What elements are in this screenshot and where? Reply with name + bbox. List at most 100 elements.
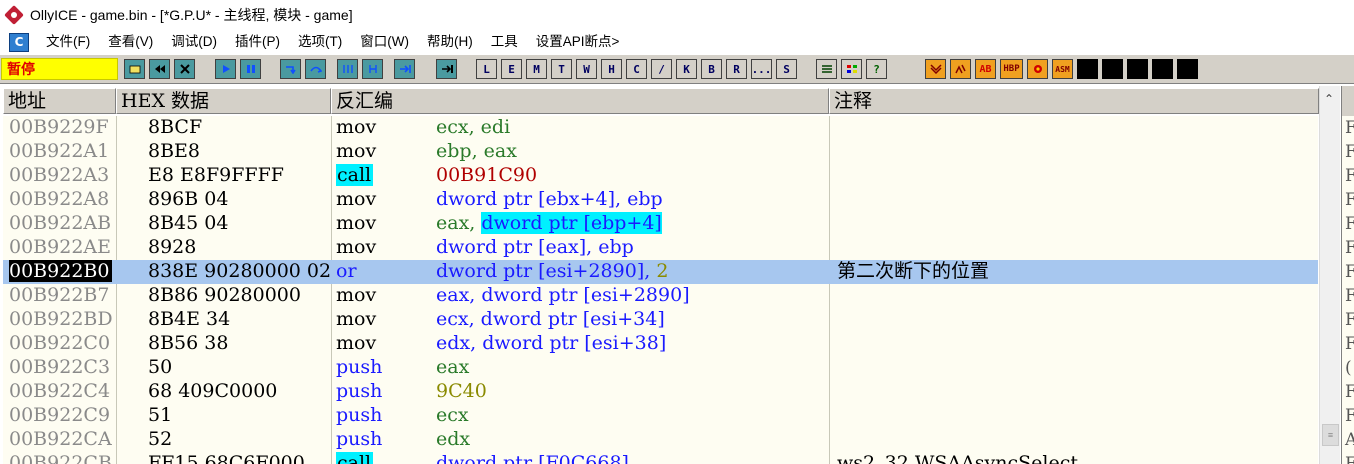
menu-window[interactable]: 窗口(W) bbox=[351, 30, 418, 54]
restart-icon[interactable] bbox=[149, 59, 170, 79]
table-row[interactable]: 00B922B7 8B86 90280000 mov eax, dword pt… bbox=[3, 284, 1318, 308]
table-row[interactable]: 00B922AB 8B45 04 mov eax, dword ptr [ebp… bbox=[3, 212, 1318, 236]
table-row[interactable]: 00B922A8 896B 04 mov dword ptr [ebx+4], … bbox=[3, 188, 1318, 212]
appearance-icon[interactable] bbox=[841, 59, 862, 79]
col-header-hex[interactable]: HEX 数据 bbox=[116, 88, 331, 114]
operands: edx, dword ptr [esi+38] bbox=[436, 332, 667, 354]
source-button[interactable]: S bbox=[776, 59, 797, 79]
patches-button[interactable]: / bbox=[651, 59, 672, 79]
col-header-address[interactable]: 地址 bbox=[3, 88, 116, 114]
operands: eax, dword ptr [esi+2890] bbox=[436, 284, 690, 306]
mnemonic: mov bbox=[336, 308, 377, 330]
mnemonic: mov bbox=[336, 236, 377, 258]
run-trace-button[interactable]: ... bbox=[751, 59, 772, 79]
run-icon[interactable] bbox=[215, 59, 236, 79]
mnemonic: push bbox=[336, 380, 383, 402]
options-list-icon[interactable] bbox=[816, 59, 837, 79]
operands: ecx, edi bbox=[436, 116, 511, 138]
pane-edge-char: F bbox=[1342, 260, 1354, 284]
operands[interactable]: 00B91C90 bbox=[436, 164, 831, 188]
plugin-target-icon[interactable] bbox=[1027, 59, 1048, 79]
pane-edge-char: F bbox=[1342, 332, 1354, 356]
table-row[interactable]: 00B922A1 8BE8 mov ebp, eax bbox=[3, 140, 1318, 164]
address: 00B922A1 bbox=[9, 140, 110, 162]
table-row[interactable]: 00B922C9 51 push ecx bbox=[3, 404, 1318, 428]
vertical-scrollbar[interactable]: ⌃ ≡ bbox=[1319, 86, 1340, 464]
comment[interactable]: 第二次断下的位置 bbox=[837, 260, 1317, 284]
executable-modules-button[interactable]: E bbox=[501, 59, 522, 79]
operand-memory: dword ptr [esi+2890], bbox=[436, 260, 657, 282]
col-header-disasm[interactable]: 反汇编 bbox=[331, 88, 829, 114]
menu-set-api-breakpoint[interactable]: 设置API断点> bbox=[527, 30, 629, 54]
table-row[interactable]: 00B922C4 68 409C0000 push 9C40 bbox=[3, 380, 1318, 404]
menu-options[interactable]: 选项(T) bbox=[289, 30, 351, 54]
windows-button[interactable]: W bbox=[576, 59, 597, 79]
pause-icon[interactable] bbox=[240, 59, 261, 79]
asm-plugin-button[interactable]: ASM bbox=[1052, 59, 1073, 79]
disassembly-grid[interactable]: 00B9229F 8BCF mov ecx, edi 00B922A1 8BE8… bbox=[3, 116, 1318, 464]
table-row[interactable]: 00B922CA 52 push edx bbox=[3, 428, 1318, 452]
table-row[interactable]: 00B922A3 E8 E8F9FFFF call 00B91C90 bbox=[3, 164, 1318, 188]
address: 00B922AE bbox=[9, 236, 111, 258]
menu-debug[interactable]: 调试(D) bbox=[162, 30, 226, 54]
plugin-arrows-down-icon[interactable] bbox=[925, 59, 946, 79]
table-row[interactable]: 00B9229F 8BCF mov ecx, edi bbox=[3, 116, 1318, 140]
operands: dword ptr [eax], ebp bbox=[436, 236, 634, 258]
hardware-breakpoint-button[interactable]: HBP bbox=[1000, 59, 1023, 79]
operand-memory-highlight: dword ptr [ebp+4] bbox=[481, 212, 662, 234]
address: 00B922CB bbox=[9, 452, 112, 464]
address: 00B922A3 bbox=[9, 164, 110, 186]
scroll-thumb[interactable]: ≡ bbox=[1322, 424, 1339, 446]
mnemonic: call bbox=[336, 164, 374, 186]
execute-till-return-icon[interactable] bbox=[394, 59, 415, 79]
help-icon[interactable]: ? bbox=[866, 59, 887, 79]
col-header-comment[interactable]: 注释 bbox=[829, 88, 1319, 114]
mnemonic: mov bbox=[336, 188, 377, 210]
mnemonic: mov bbox=[336, 140, 377, 162]
address: 00B922C9 bbox=[9, 404, 111, 426]
cpu-disassembly-pane: 地址 HEX 数据 反汇编 注释 00B9229F 8BCF mov ecx, … bbox=[0, 86, 1354, 464]
operands: ecx, dword ptr [esi+34] bbox=[436, 308, 665, 330]
table-row-selected[interactable]: 00B922B0 838E 90280000 02 or dword ptr [… bbox=[3, 260, 1318, 284]
references-button[interactable]: R bbox=[726, 59, 747, 79]
menu-view[interactable]: 查看(V) bbox=[99, 30, 162, 54]
table-row[interactable]: 00B922BD 8B4E 34 mov ecx, dword ptr [esi… bbox=[3, 308, 1318, 332]
step-into-icon[interactable] bbox=[280, 59, 301, 79]
breakpoints-button[interactable]: B bbox=[701, 59, 722, 79]
plugin-slot-5-icon[interactable] bbox=[1177, 59, 1198, 79]
plugin-slot-4-icon[interactable] bbox=[1152, 59, 1173, 79]
pane-edge-char: F bbox=[1342, 452, 1354, 464]
plugin-slot-3-icon[interactable] bbox=[1127, 59, 1148, 79]
address: 00B922C0 bbox=[9, 332, 111, 354]
plugin-arrows-mixed-icon[interactable] bbox=[950, 59, 971, 79]
threads-button[interactable]: T bbox=[551, 59, 572, 79]
hex-bytes: 838E 90280000 02 bbox=[148, 260, 332, 282]
table-row[interactable]: 00B922CB FF15 68C6F000 call dword ptr [F… bbox=[3, 452, 1318, 464]
window-title: OllyICE - game.bin - [*G.P.U* - 主线程, 模块 … bbox=[30, 7, 353, 23]
log-window-button[interactable]: L bbox=[476, 59, 497, 79]
menu-plugins[interactable]: 插件(P) bbox=[226, 30, 289, 54]
handles-button[interactable]: H bbox=[601, 59, 622, 79]
menu-file[interactable]: 文件(F) bbox=[37, 30, 99, 54]
call-stack-button[interactable]: K bbox=[676, 59, 697, 79]
plugin-slot-2-icon[interactable] bbox=[1102, 59, 1123, 79]
plugin-slot-1-icon[interactable] bbox=[1077, 59, 1098, 79]
cpu-window-icon[interactable]: C bbox=[9, 32, 29, 52]
memory-map-button[interactable]: M bbox=[526, 59, 547, 79]
cpu-button[interactable]: C bbox=[626, 59, 647, 79]
table-row[interactable]: 00B922AE 8928 mov dword ptr [eax], ebp bbox=[3, 236, 1318, 260]
scroll-up-icon[interactable]: ⌃ bbox=[1324, 92, 1334, 106]
comment[interactable]: ws2_32.WSAAsyncSelect bbox=[837, 452, 1317, 464]
go-to-user-code-icon[interactable] bbox=[436, 59, 457, 79]
table-row[interactable]: 00B922C3 50 push eax bbox=[3, 356, 1318, 380]
menu-tools[interactable]: 工具 bbox=[482, 30, 527, 54]
trace-over-icon[interactable] bbox=[362, 59, 383, 79]
menu-help[interactable]: 帮助(H) bbox=[418, 30, 482, 54]
step-over-icon[interactable] bbox=[305, 59, 326, 79]
plugin-ab-icon[interactable]: AB bbox=[975, 59, 996, 79]
close-icon[interactable] bbox=[174, 59, 195, 79]
mnemonic: mov bbox=[336, 116, 377, 138]
table-row[interactable]: 00B922C0 8B56 38 mov edx, dword ptr [esi… bbox=[3, 332, 1318, 356]
trace-into-icon[interactable] bbox=[337, 59, 358, 79]
open-icon[interactable] bbox=[124, 59, 145, 79]
